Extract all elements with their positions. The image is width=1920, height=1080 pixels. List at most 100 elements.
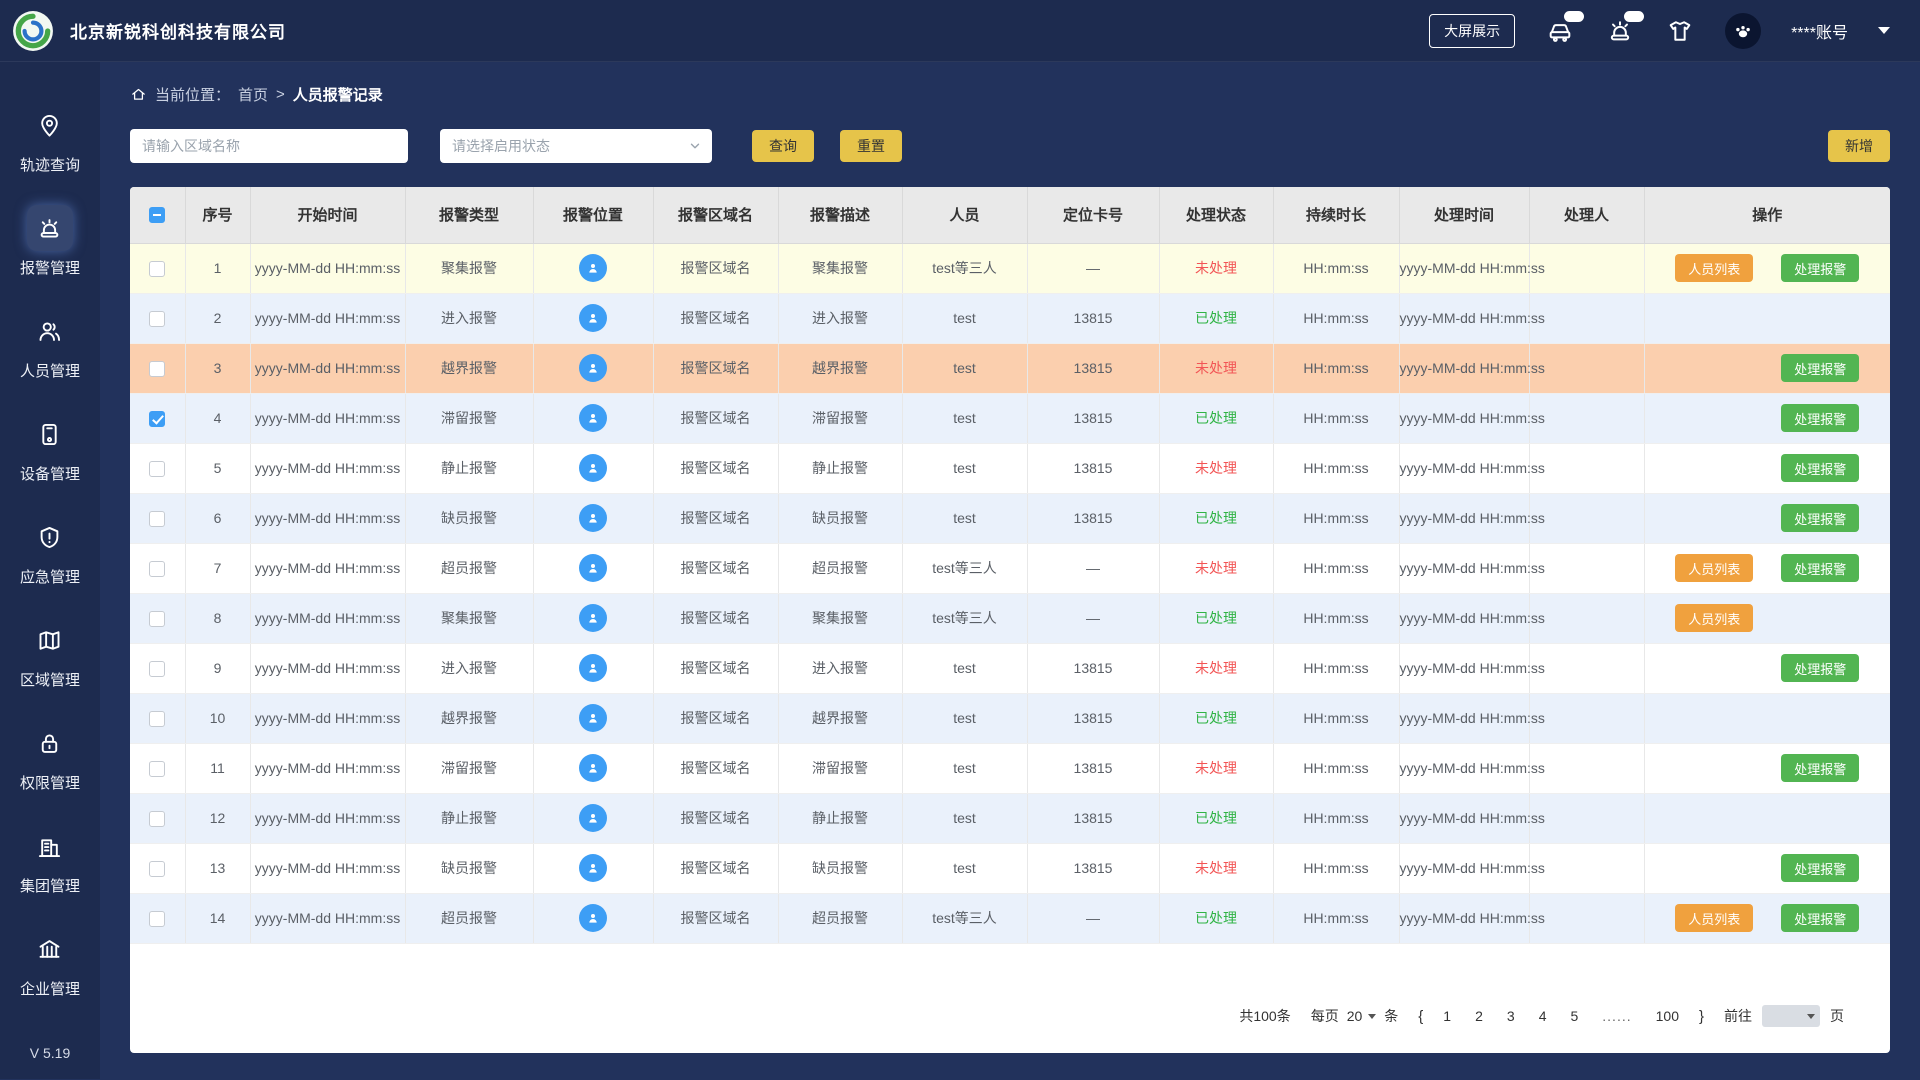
cell-alarm-desc: 缺员报警 (778, 843, 903, 894)
siren-icon[interactable] (1605, 10, 1645, 46)
handle-alarm-button[interactable]: 处理报警 (1781, 754, 1860, 782)
row-checkbox[interactable] (149, 760, 166, 777)
cell-checkbox (130, 843, 186, 894)
sidebar-item-trajectory[interactable]: 轨迹查询 (20, 102, 80, 175)
cell-start-time: yyyy-MM-dd HH:mm:ss (250, 643, 406, 694)
row-checkbox[interactable] (149, 560, 166, 577)
handle-alarm-button[interactable]: 处理报警 (1781, 504, 1860, 532)
column-header: 处理状态 (1159, 187, 1274, 244)
location-person-icon[interactable] (579, 504, 607, 532)
location-person-icon[interactable] (579, 704, 607, 732)
big-screen-button[interactable]: 大屏展示 (1429, 13, 1516, 48)
page-number[interactable]: 100 (1656, 1008, 1679, 1024)
page-number[interactable]: 3 (1507, 1008, 1515, 1024)
location-person-icon[interactable] (579, 904, 607, 932)
table-row: 10 yyyy-MM-dd HH:mm:ss 越界报警 报警区域名 越界报警 test 13… (130, 693, 1890, 744)
location-person-icon[interactable] (579, 454, 607, 482)
device-icon (27, 411, 73, 457)
handle-alarm-button[interactable]: 处理报警 (1781, 904, 1860, 932)
sidebar-item-permission[interactable]: 权限管理 (20, 720, 80, 793)
cell-no: 2 (185, 293, 251, 344)
account-name[interactable]: ****账号 (1791, 19, 1848, 43)
page-number[interactable]: 4 (1539, 1008, 1547, 1024)
person-list-button[interactable]: 人员列表 (1675, 554, 1754, 582)
page-number[interactable]: 2 (1475, 1008, 1483, 1024)
cell-alarm-desc: 超员报警 (778, 893, 903, 944)
cell-person: test (902, 343, 1028, 394)
clothing-icon[interactable] (1665, 16, 1695, 46)
breadcrumb-home[interactable]: 首页 (238, 84, 268, 105)
cell-alarm-location (533, 343, 654, 394)
sidebar-item-region[interactable]: 区域管理 (20, 617, 80, 690)
row-checkbox[interactable] (149, 260, 166, 277)
person-list-button[interactable]: 人员列表 (1675, 604, 1754, 632)
location-person-icon[interactable] (579, 404, 607, 432)
cell-alarm-type: 缺员报警 (405, 843, 534, 894)
page-number[interactable]: 1 (1443, 1008, 1451, 1024)
row-checkbox[interactable] (149, 460, 166, 477)
cell-alarm-type: 静止报警 (405, 793, 534, 844)
row-checkbox[interactable] (149, 660, 166, 677)
row-checkbox[interactable] (149, 860, 166, 877)
cell-start-time: yyyy-MM-dd HH:mm:ss (250, 293, 406, 344)
location-person-icon[interactable] (579, 854, 607, 882)
sidebar-item-device[interactable]: 设备管理 (20, 411, 80, 484)
person-list-button[interactable]: 人员列表 (1675, 904, 1754, 932)
query-button[interactable]: 查询 (752, 130, 814, 162)
page-list: 1 2 3 4 5...... 100 (1443, 1008, 1679, 1024)
handle-alarm-button[interactable]: 处理报警 (1781, 454, 1860, 482)
row-checkbox[interactable] (149, 510, 166, 527)
handle-alarm-button[interactable]: 处理报警 (1781, 854, 1860, 882)
page-number[interactable]: 5 (1570, 1008, 1578, 1024)
area-name-input[interactable] (130, 129, 408, 163)
reset-button[interactable]: 重置 (840, 130, 902, 162)
caret-down-icon[interactable] (1878, 27, 1890, 34)
user-avatar[interactable] (1725, 12, 1762, 49)
row-checkbox[interactable] (149, 610, 166, 627)
row-checkbox[interactable] (149, 360, 166, 377)
table-row: 7 yyyy-MM-dd HH:mm:ss 超员报警 报警区域名 超员报警 test等三人… (130, 543, 1890, 594)
select-all-checkbox[interactable] (149, 207, 166, 224)
row-checkbox[interactable] (149, 410, 166, 427)
status-select[interactable]: 请选择启用状态 (440, 129, 712, 163)
sidebar-item-enterprise[interactable]: 企业管理 (20, 926, 80, 999)
handle-alarm-button[interactable]: 处理报警 (1781, 354, 1860, 382)
person-list-button[interactable]: 人员列表 (1675, 254, 1754, 282)
row-checkbox[interactable] (149, 710, 166, 727)
location-person-icon[interactable] (579, 604, 607, 632)
location-person-icon[interactable] (579, 554, 607, 582)
location-person-icon[interactable] (579, 254, 607, 282)
row-checkbox[interactable] (149, 910, 166, 927)
cell-start-time: yyyy-MM-dd HH:mm:ss (250, 393, 406, 444)
sidebar-item-group[interactable]: 集团管理 (20, 823, 80, 896)
table-row: 8 yyyy-MM-dd HH:mm:ss 聚集报警 报警区域名 聚集报警 test等三人… (130, 593, 1890, 644)
location-person-icon[interactable] (579, 654, 607, 682)
handle-alarm-button[interactable]: 处理报警 (1781, 404, 1860, 432)
cell-duration: HH:mm:ss (1273, 693, 1400, 744)
location-person-icon[interactable] (579, 754, 607, 782)
status-text: 未处理 (1195, 260, 1237, 276)
cell-handle-time: yyyy-MM-dd HH:mm:ss (1399, 743, 1545, 794)
handle-alarm-button[interactable]: 处理报警 (1781, 254, 1860, 282)
sidebar-item-personnel[interactable]: 人员管理 (20, 308, 80, 381)
cell-checkbox (130, 293, 186, 344)
goto-page-select[interactable] (1762, 1005, 1820, 1027)
per-page-select[interactable]: 20 (1347, 1008, 1377, 1024)
handle-alarm-button[interactable]: 处理报警 (1781, 654, 1860, 682)
location-person-icon[interactable] (579, 354, 607, 382)
cell-handler (1529, 393, 1645, 444)
prev-page-button[interactable]: { (1418, 1008, 1423, 1025)
cell-alarm-desc: 进入报警 (778, 643, 903, 694)
handle-alarm-button[interactable]: 处理报警 (1781, 554, 1860, 582)
add-button[interactable]: 新增 (1828, 130, 1890, 162)
location-person-icon[interactable] (579, 304, 607, 332)
sidebar-item-alarm[interactable]: 报警管理 (20, 205, 80, 278)
vehicle-icon[interactable] (1545, 10, 1585, 46)
row-checkbox[interactable] (149, 310, 166, 327)
column-header: 报警描述 (778, 187, 903, 244)
next-page-button[interactable]: } (1699, 1008, 1704, 1025)
cell-alarm-location (533, 243, 654, 294)
sidebar-item-emergency[interactable]: 应急管理 (20, 514, 80, 587)
location-person-icon[interactable] (579, 804, 607, 832)
row-checkbox[interactable] (149, 810, 166, 827)
